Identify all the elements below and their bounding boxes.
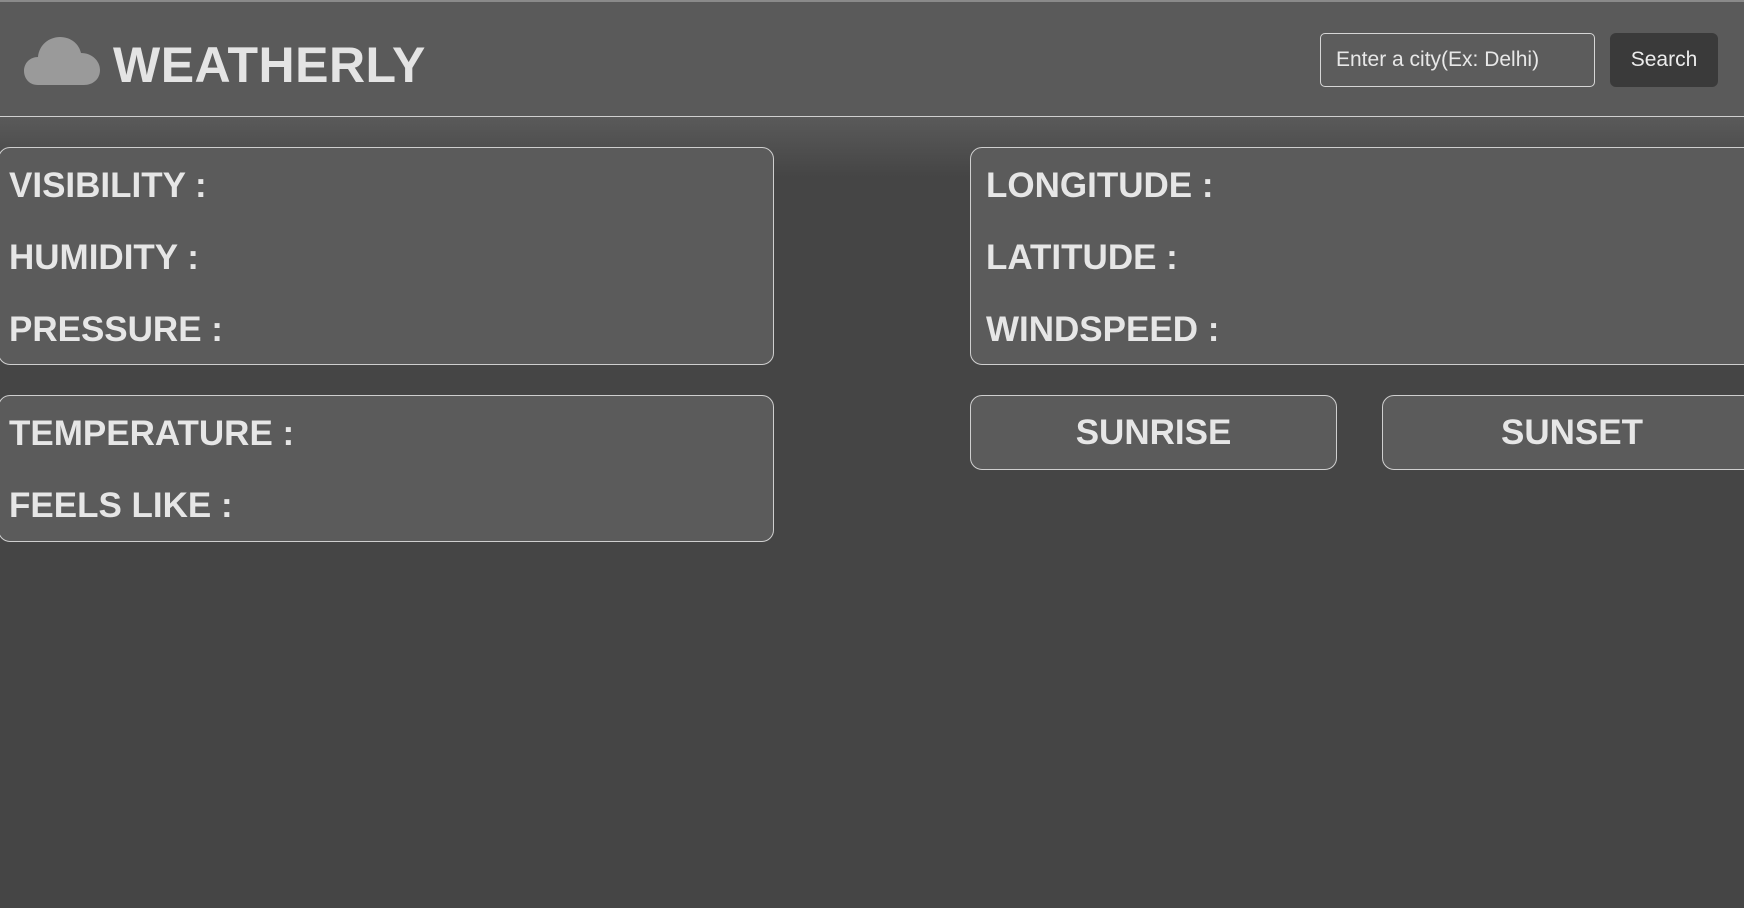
temperature-label: TEMPERATURE :	[9, 414, 295, 453]
humidity-label: HUMIDITY :	[9, 238, 199, 277]
windspeed-label: WINDSPEED :	[986, 310, 1220, 349]
search-button[interactable]: Search	[1610, 33, 1718, 87]
top-header: WEATHERLY Search	[0, 2, 1744, 117]
app-title: WEATHERLY	[113, 37, 426, 93]
longitude-label: LONGITUDE :	[986, 166, 1214, 205]
pressure-label: PRESSURE :	[9, 310, 223, 349]
weather-page: WEATHERLY Search VISIBILITY : HUMIDITY :…	[0, 0, 1744, 908]
cloud-icon	[24, 37, 100, 85]
visibility-label: VISIBILITY :	[9, 166, 207, 205]
location-card: LONGITUDE : LATITUDE : WINDSPEED :	[970, 147, 1744, 365]
sunset-button[interactable]: SUNSET	[1382, 395, 1744, 470]
latitude-label: LATITUDE :	[986, 238, 1178, 277]
feels-like-label: FEELS LIKE :	[9, 486, 233, 525]
sunrise-button[interactable]: SUNRISE	[970, 395, 1337, 470]
city-search-input[interactable]	[1320, 33, 1595, 87]
temperature-card: TEMPERATURE : FEELS LIKE :	[0, 395, 774, 542]
atmosphere-card: VISIBILITY : HUMIDITY : PRESSURE :	[0, 147, 774, 365]
